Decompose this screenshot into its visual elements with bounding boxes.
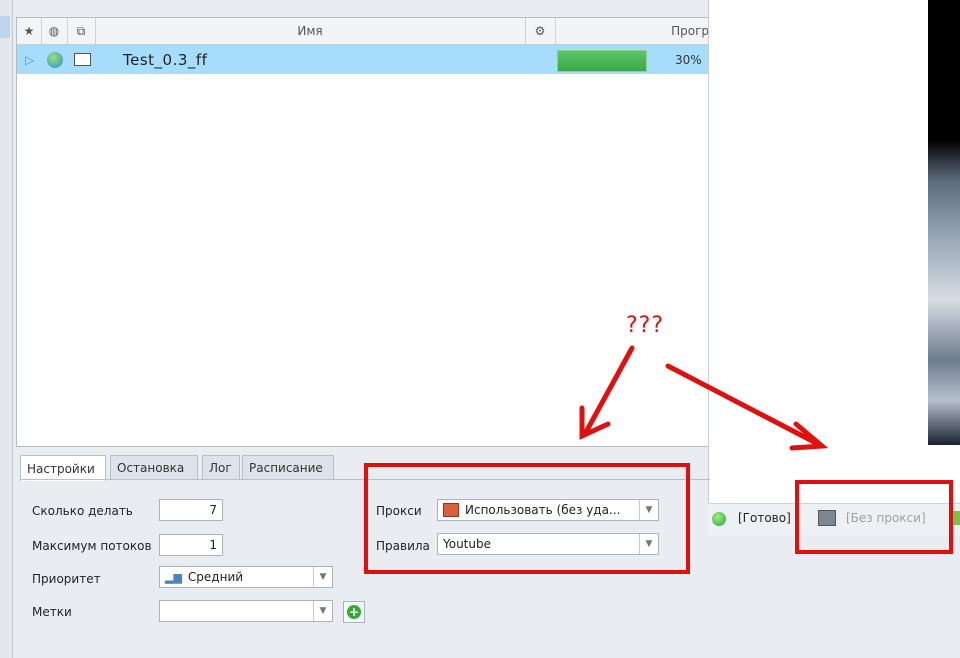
proxy-highlight-box: [364, 463, 690, 574]
add-tag-button[interactable]: +: [343, 601, 365, 623]
plus-icon: +: [347, 605, 361, 619]
gear-icon[interactable]: ⚙: [525, 18, 556, 44]
priority-bars-icon: ▂▆: [165, 570, 182, 584]
status-extra-icon: [952, 511, 960, 525]
column-name[interactable]: Имя: [95, 18, 526, 44]
task-name[interactable]: Test_0.3_ff: [123, 45, 207, 74]
priority-label: Приоритет: [32, 572, 101, 586]
tab-stop[interactable]: Остановка: [110, 455, 198, 479]
status-ready: [Готово]: [738, 511, 791, 525]
globe-header-icon[interactable]: ◍: [41, 18, 68, 44]
preview-image: [928, 0, 960, 445]
window-icon: [74, 45, 91, 74]
left-panel-selection[interactable]: [0, 16, 10, 38]
tags-select[interactable]: ▼: [159, 600, 333, 622]
priority-value: Средний: [187, 570, 244, 584]
threads-input[interactable]: 1: [159, 534, 223, 556]
column-progress[interactable]: Прогр: [555, 18, 709, 44]
annotation-arrows: [579, 345, 829, 451]
tab-schedule[interactable]: Расписание: [242, 455, 334, 479]
status-highlight-box: [795, 480, 953, 554]
chevron-down-icon[interactable]: ▼: [313, 567, 332, 587]
chevron-down-icon[interactable]: ▼: [313, 601, 332, 621]
progress-bar: [557, 50, 647, 72]
priority-select[interactable]: ▂▆ Средний ▼: [159, 566, 333, 588]
count-input[interactable]: 7: [159, 499, 223, 521]
table-row[interactable]: ▷ Test_0.3_ff 30%: [17, 45, 709, 74]
count-label: Сколько делать: [32, 504, 133, 518]
threads-label: Максимум потоков: [32, 539, 152, 553]
progress-value: 30%: [675, 52, 702, 67]
annotation-text: ???: [626, 313, 665, 338]
tags-label: Метки: [32, 605, 72, 619]
globe-icon: [47, 45, 63, 74]
left-panel-strip: [0, 0, 13, 658]
windows-header-icon[interactable]: ⧉: [67, 18, 96, 44]
status-indicator-icon: [712, 512, 726, 526]
grid-header: ★ ◍ ⧉ Имя ⚙ Прогр: [17, 18, 709, 45]
tab-settings[interactable]: Настройки: [20, 455, 106, 481]
tab-log[interactable]: Лог: [202, 455, 240, 479]
star-icon[interactable]: ★: [17, 18, 42, 44]
play-icon[interactable]: ▷: [25, 45, 34, 74]
